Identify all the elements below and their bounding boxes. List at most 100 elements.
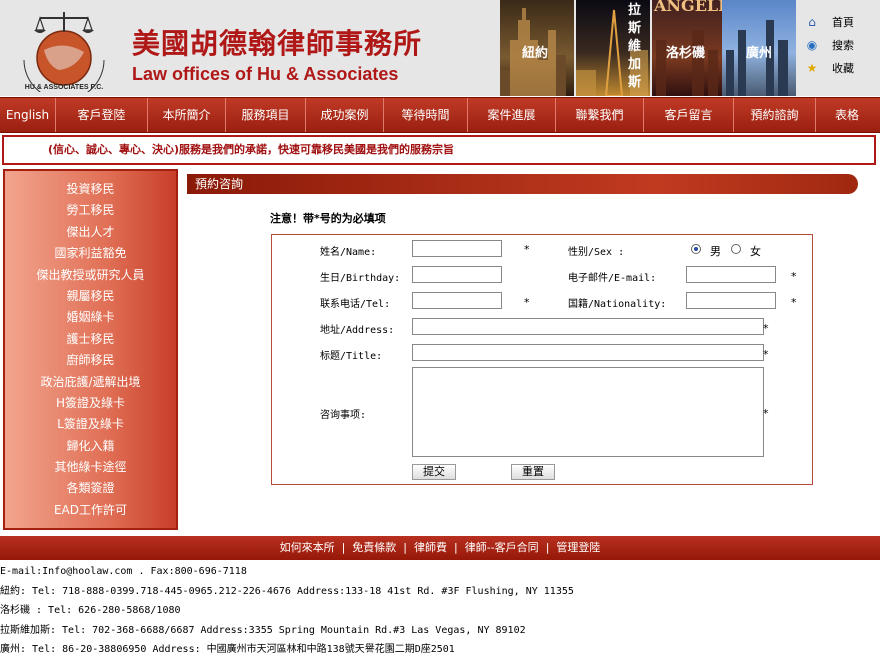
city-photo-guangzhou[interactable]: 廣州	[722, 0, 796, 96]
nav-success-cases[interactable]: 成功案例	[306, 98, 384, 132]
sex-female-radio[interactable]	[731, 244, 741, 254]
sidebar-item-professor-researcher[interactable]: 傑出教授或研究人員	[5, 265, 176, 286]
sidebar-item-other-green-card[interactable]: 其他綠卡途徑	[5, 457, 176, 478]
footer-separator: |	[341, 541, 346, 554]
sidebar-item-labor[interactable]: 勞工移民	[5, 200, 176, 221]
tel-label: 联系电话/Tel:	[320, 299, 391, 310]
title-label: 标题/Title:	[320, 351, 383, 362]
footer-link-directions[interactable]: 如何來本所	[280, 541, 335, 554]
required-mark: *	[791, 270, 797, 283]
sidebar-item-national-interest[interactable]: 國家利益豁免	[5, 243, 176, 264]
sidebar-item-naturalization[interactable]: 歸化入籍	[5, 436, 176, 457]
reset-button[interactable]: 重置	[511, 464, 555, 480]
footer-link-fees[interactable]: 律師費	[414, 541, 447, 554]
sidebar-item-chef[interactable]: 廚師移民	[5, 350, 176, 371]
contact-guangzhou: 廣州: Tel: 86-20-38806950 Address: 中國廣州市天河…	[0, 644, 455, 655]
nav-client-login[interactable]: 客戶登陸	[56, 98, 148, 132]
address-label: 地址/Address:	[320, 325, 395, 336]
nav-services[interactable]: 服務項目	[226, 98, 306, 132]
nav-appointment[interactable]: 預約諮詢	[734, 98, 816, 132]
required-mark: *	[763, 407, 769, 420]
nav-contact[interactable]: 聯繫我們	[556, 98, 644, 132]
angeles-sign: ANGELES	[654, 0, 722, 15]
email-input[interactable]	[686, 266, 776, 283]
main-nav: English 客戶登陸 本所簡介 服務項目 成功案例 等待時間 案件進展 聯繫…	[0, 97, 880, 133]
footer-separator: |	[545, 541, 550, 554]
required-mark: *	[763, 348, 769, 361]
sidebar-item-outstanding-talent[interactable]: 傑出人才	[5, 222, 176, 243]
house-icon: ⌂	[808, 14, 816, 29]
contact-info: E-mail:Info@hoolaw.com . Fax:800-696-711…	[0, 562, 880, 658]
sidebar-item-family[interactable]: 親屬移民	[5, 286, 176, 307]
nationality-label: 国籍/Nationality:	[568, 299, 667, 310]
appointment-form: 姓名/Name: * 性别/Sex : 男 女 生日/Birthday: 电子邮…	[271, 234, 813, 485]
submit-button[interactable]: 提交	[412, 464, 456, 480]
quick-link-label: 搜索	[832, 38, 854, 52]
page: HU & ASSOCIATES P.C. 美國胡德翰律師事務所 Law offi…	[0, 0, 880, 658]
sidebar-menu: 投資移民 勞工移民 傑出人才 國家利益豁免 傑出教授或研究人員 親屬移民 婚姻綠…	[3, 169, 178, 530]
birthday-input[interactable]	[412, 266, 502, 283]
firm-name-english: Law offices of Hu & Associates	[132, 64, 399, 84]
globe-search-icon: ◉	[806, 37, 818, 52]
title-input[interactable]	[412, 344, 764, 361]
nationality-input[interactable]	[686, 292, 776, 309]
city-label-los-angeles: 洛杉磯	[666, 46, 706, 61]
quick-link-bookmark[interactable]: ★ 收藏	[804, 56, 880, 79]
sidebar-item-asylum[interactable]: 政治庇護/遞解出境	[5, 372, 176, 393]
required-notice: 注意！带*号的为必填项	[270, 212, 386, 225]
sidebar-item-marriage[interactable]: 婚姻綠卡	[5, 307, 176, 328]
city-photo-los-angeles[interactable]: ANGELES 洛杉磯	[652, 0, 722, 96]
star-icon: ★	[806, 60, 818, 75]
quick-links: ⌂ 首頁 ◉ 搜索 ★ 收藏	[804, 10, 880, 79]
contact-las-vegas: 拉斯維加斯: Tel: 702-368-6688/6687 Address:33…	[0, 624, 526, 636]
quick-link-search[interactable]: ◉ 搜索	[804, 33, 880, 56]
footer-link-admin-login[interactable]: 管理登陸	[556, 541, 600, 554]
address-input[interactable]	[412, 318, 764, 335]
birthday-label: 生日/Birthday:	[320, 273, 401, 284]
nav-case-status[interactable]: 案件進展	[468, 98, 556, 132]
name-input[interactable]	[412, 240, 502, 257]
nav-english[interactable]: English	[0, 98, 56, 132]
nav-guestbook[interactable]: 客戶留言	[644, 98, 734, 132]
city-label-las-vegas: 拉斯維加斯	[628, 3, 642, 90]
sex-male-radio[interactable]	[691, 244, 701, 254]
contact-new-york: 紐約: Tel: 718-888-0399.718-445-0965.212-2…	[0, 585, 574, 597]
quick-link-home[interactable]: ⌂ 首頁	[804, 10, 880, 33]
nav-about[interactable]: 本所簡介	[148, 98, 226, 132]
footer-separator: |	[403, 541, 408, 554]
footer-links: 如何來本所 | 免責條款 | 律師費 | 律師--客戶合同 | 管理登陸	[0, 536, 880, 560]
footer-link-disclaimer[interactable]: 免責條款	[352, 541, 396, 554]
quick-link-label: 收藏	[832, 61, 854, 75]
consult-textarea[interactable]	[412, 367, 764, 457]
required-mark: *	[524, 243, 530, 256]
tel-input[interactable]	[412, 292, 502, 309]
slogan-banner: (信心、誠心、專心、決心)服務是我們的承諾，快速可靠移民美國是我們的服務宗旨	[2, 135, 876, 165]
required-mark: *	[763, 322, 769, 335]
sex-label: 性别/Sex :	[568, 247, 625, 258]
footer-link-contract[interactable]: 律師--客戶合同	[465, 541, 539, 554]
sex-male-label: 男	[710, 245, 721, 258]
quick-link-label: 首頁	[832, 15, 854, 29]
city-photo-new-york[interactable]: 紐約	[500, 0, 574, 96]
sidebar-item-investment[interactable]: 投資移民	[5, 179, 176, 200]
consult-label: 咨询事项:	[320, 410, 367, 421]
footer-separator: |	[454, 541, 458, 554]
nav-wait-time[interactable]: 等待時間	[384, 98, 468, 132]
sidebar-item-h-visa[interactable]: H簽證及綠卡	[5, 393, 176, 414]
sidebar-item-nurse[interactable]: 護士移民	[5, 329, 176, 350]
nav-forms[interactable]: 表格	[816, 98, 878, 132]
city-label-guangzhou: 廣州	[746, 46, 773, 61]
sidebar-item-l-visa[interactable]: L簽證及綠卡	[5, 414, 176, 435]
scales-globe-logo: HU & ASSOCIATES P.C.	[23, 12, 105, 92]
city-photo-las-vegas[interactable]: 拉斯維加斯	[576, 0, 650, 96]
firm-name-chinese: 美國胡德翰律師事務所	[132, 27, 423, 60]
sidebar-item-visas[interactable]: 各類簽證	[5, 478, 176, 499]
contact-los-angeles: 洛杉磯 : Tel: 626-280-5868/1080	[0, 605, 181, 616]
sidebar-item-ead[interactable]: EAD工作許可	[5, 500, 176, 521]
name-label: 姓名/Name:	[320, 247, 377, 258]
required-mark: *	[791, 296, 797, 309]
logo-text: HU & ASSOCIATES P.C.	[25, 84, 103, 91]
site-header: HU & ASSOCIATES P.C. 美國胡德翰律師事務所 Law offi…	[0, 0, 880, 96]
email-label: 电子邮件/E-mail:	[568, 273, 657, 284]
sex-female-label: 女	[750, 245, 761, 258]
